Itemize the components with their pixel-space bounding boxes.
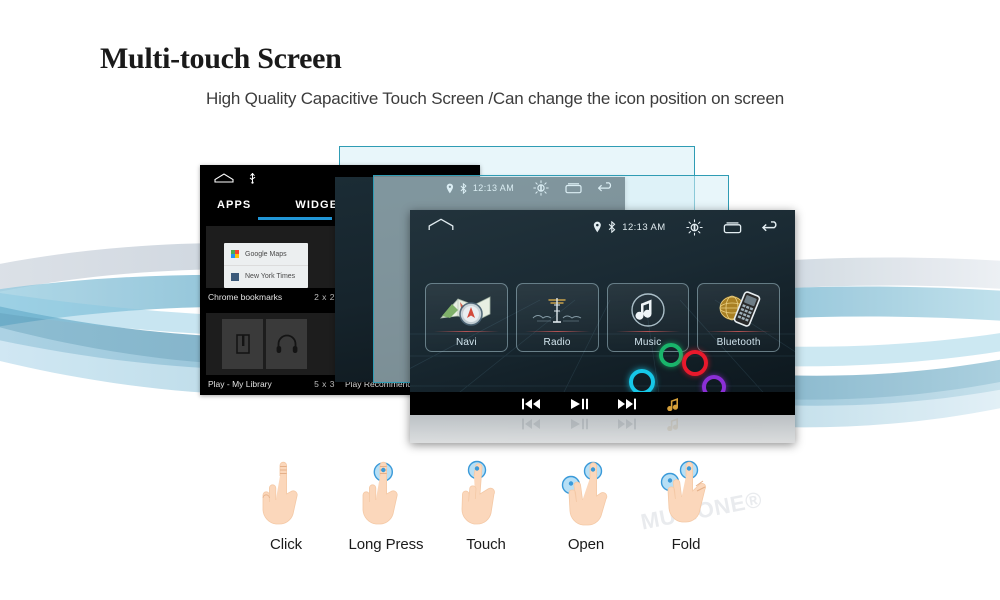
- gesture-click: Click: [236, 460, 336, 565]
- widget-caption: Chrome bookmarks 2 x 2: [206, 288, 337, 309]
- widget-item[interactable]: Google Maps New York Times Chrome bookma…: [206, 222, 337, 309]
- page-title: Multi-touch Screen: [100, 42, 342, 75]
- bookmark-label: New York Times: [245, 273, 296, 280]
- tile-bluetooth[interactable]: Bluetooth: [697, 283, 780, 352]
- location-pin-icon: [594, 221, 602, 233]
- status-time-front: 12:13 AM: [622, 221, 666, 233]
- hand-click-icon: [258, 460, 314, 532]
- touch-ring-green: [659, 343, 683, 367]
- tab-apps[interactable]: APPS: [217, 199, 251, 211]
- tile-navi[interactable]: Navi: [425, 283, 508, 352]
- bookmark-row: Google Maps: [224, 243, 308, 265]
- tile-divider: [706, 331, 771, 332]
- page-subtitle: High Quality Capacitive Touch Screen /Ca…: [206, 89, 784, 108]
- media-bar-reflection: [410, 415, 795, 443]
- hand-long-press-icon: [358, 460, 414, 532]
- tile-label: Bluetooth: [716, 337, 761, 348]
- gesture-label: Open: [567, 536, 605, 553]
- news-icon: [231, 272, 239, 281]
- car-ui-screen-front: 12:13 AM Navi Radio Music Bluetooth: [410, 210, 795, 443]
- hand-open-icon: [556, 460, 616, 532]
- gesture-fold: Fold: [636, 460, 736, 565]
- music-note-icon[interactable]: [665, 397, 685, 411]
- bookmark-label: Google Maps: [245, 250, 287, 258]
- brightness-icon[interactable]: [686, 218, 703, 236]
- status-right-group: [686, 218, 781, 236]
- tab-active-underline: [258, 217, 332, 220]
- recents-icon[interactable]: [723, 221, 742, 234]
- widget-size: 5 x 3: [314, 379, 335, 389]
- tile-label: Radio: [543, 337, 571, 348]
- car-status-bar-front: 12:13 AM: [410, 216, 795, 238]
- bluetooth-icon: [609, 221, 616, 233]
- tile-radio[interactable]: Radio: [515, 283, 599, 352]
- widget-preview-chrome-bookmarks: Google Maps New York Times: [206, 226, 337, 288]
- gesture-label: Click: [270, 536, 302, 553]
- book-icon: [235, 334, 250, 354]
- touch-ring-red: [682, 350, 708, 376]
- tile-music[interactable]: Music: [606, 283, 690, 352]
- google-maps-icon: [231, 250, 239, 258]
- music-note-icon: [608, 288, 689, 332]
- next-track-icon-reflection: [617, 418, 636, 430]
- next-track-icon[interactable]: [617, 397, 637, 411]
- page-root: Multi-touch Screen High Quality Capaciti…: [0, 0, 1000, 600]
- status-center-group: 12:13 AM: [593, 221, 665, 233]
- widget-name: Chrome bookmarks: [208, 292, 283, 302]
- gesture-legend: Click Long Press Touch Open Fold: [236, 460, 736, 565]
- library-box: [222, 319, 263, 369]
- bookmark-card: Google Maps New York Times: [224, 243, 308, 288]
- widget-item[interactable]: Play - My Library 5 x 3: [206, 309, 337, 395]
- hand-touch-icon: [458, 460, 514, 532]
- gesture-open: Open: [536, 460, 636, 565]
- widget-size: 2 x 2: [314, 292, 335, 302]
- car-app-tiles: Navi Radio Music Bluetooth: [425, 283, 780, 352]
- gesture-touch: Touch: [436, 460, 536, 565]
- gesture-label: Touch: [466, 536, 506, 553]
- bookmark-row: New York Times: [224, 265, 308, 287]
- library-preview-boxes: [222, 319, 307, 369]
- media-control-bar: [410, 392, 795, 415]
- gesture-label: Long Press: [348, 536, 424, 553]
- map-compass-icon: [426, 288, 507, 332]
- tile-divider: [434, 331, 499, 332]
- gesture-label: Fold: [671, 536, 701, 553]
- tile-label: Navi: [455, 337, 477, 348]
- tile-divider: [524, 331, 590, 332]
- previous-track-icon[interactable]: [521, 397, 541, 411]
- tile-label: Music: [634, 337, 662, 348]
- play-pause-icon[interactable]: [569, 397, 589, 411]
- home-icon[interactable]: [214, 173, 234, 183]
- bluetooth-phone-icon: [698, 288, 779, 332]
- widget-preview-play-library: [206, 313, 337, 375]
- previous-track-icon-reflection: [521, 418, 540, 430]
- widget-name: Play - My Library: [208, 379, 272, 389]
- widget-caption: Play - My Library 5 x 3: [206, 375, 337, 395]
- back-arrow-icon[interactable]: [762, 220, 781, 234]
- tile-divider: [615, 331, 681, 332]
- hand-fold-icon: [656, 460, 716, 532]
- play-pause-icon-reflection: [570, 418, 588, 430]
- radio-tower-icon: [517, 288, 598, 332]
- gesture-long-press: Long Press: [336, 460, 436, 565]
- usb-icon: [249, 173, 256, 184]
- music-note-icon-reflection: [666, 418, 678, 431]
- headphones-icon: [276, 334, 297, 353]
- library-box: [266, 319, 307, 369]
